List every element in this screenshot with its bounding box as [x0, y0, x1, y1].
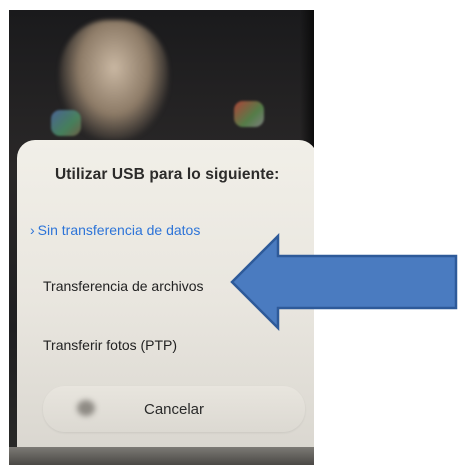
selected-marker-icon: › [30, 222, 35, 238]
app-folder-icon [51, 110, 81, 136]
left-arrow-icon [230, 232, 458, 332]
option-label: Transferencia de archivos [43, 278, 204, 294]
option-label: Sin transferencia de datos [37, 222, 201, 238]
option-label: Transferir fotos (PTP) [43, 337, 178, 353]
dialog-title: Utilizar USB para lo siguiente: [55, 166, 280, 183]
option-photo-transfer-ptp[interactable]: Transferir fotos (PTP) [43, 337, 177, 353]
phone-bottom-edge [9, 447, 314, 465]
option-file-transfer[interactable]: Transferencia de archivos [43, 278, 204, 294]
app-folder-icon [234, 101, 264, 127]
option-no-data-transfer[interactable]: › Sin transferencia de datos [30, 222, 200, 238]
arrow-shape [230, 232, 458, 332]
glare-smudge [77, 400, 95, 416]
cancel-label: Cancelar [143, 400, 205, 418]
cancel-button[interactable]: Cancelar [43, 386, 305, 432]
